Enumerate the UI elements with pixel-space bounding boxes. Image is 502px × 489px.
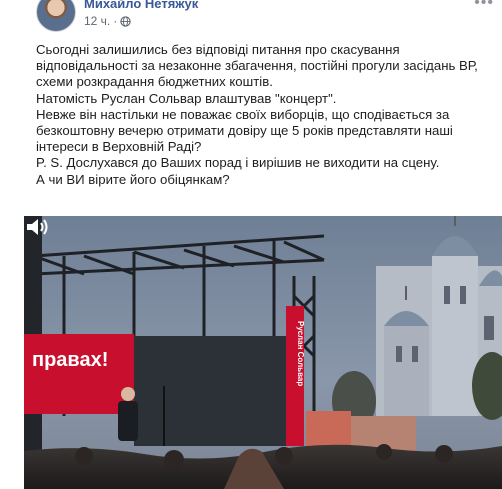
- video-player[interactable]: правах! Руслан Сольвар: [24, 216, 502, 489]
- side-banner-text: Руслан Сольвар: [296, 321, 305, 386]
- author-name[interactable]: Михайло Нетяжук: [84, 0, 198, 11]
- post-timestamp[interactable]: 12 ч.: [84, 14, 110, 28]
- post-text-line: Невже він настільки не поважає своїх виб…: [36, 106, 450, 122]
- post-text-line: схеми розкрадання бюджетних коштів.: [36, 74, 273, 90]
- post-text-line: P. S. Дослухався до Ваших порад і виріши…: [36, 155, 440, 171]
- more-options-icon[interactable]: •••: [474, 0, 494, 12]
- post-text: Сьогодні залишились без відповіді питанн…: [36, 42, 496, 188]
- post-text-line: безкоштовну вечерю отримати довіру ще 5 …: [36, 123, 453, 139]
- globe-icon[interactable]: [120, 15, 131, 27]
- speaker-body: [118, 401, 138, 441]
- post-text-line: відповідальності за незаконне збагачення…: [36, 58, 478, 74]
- post-text-line: Натомість Руслан Сольвар влаштував "конц…: [36, 90, 337, 106]
- video-frame: правах! Руслан Сольвар: [24, 216, 502, 489]
- post-header: Михайло Нетяжук 12 ч. · •••: [0, 0, 502, 36]
- post-meta: 12 ч. ·: [84, 14, 131, 28]
- post-text-line: Сьогодні залишились без відповіді питанн…: [36, 42, 400, 57]
- post-text-line: А чи ВИ вірите його обіцянкам?: [36, 171, 230, 187]
- speaker-head: [121, 387, 135, 401]
- sound-on-icon[interactable]: [24, 216, 50, 238]
- post-text-line: інтереси в Верховній Раді?: [36, 139, 202, 155]
- stage-banner: [24, 334, 134, 414]
- author-avatar[interactable]: [36, 0, 76, 32]
- stage-banner-text: правах!: [32, 349, 108, 371]
- meta-separator: ·: [113, 14, 118, 28]
